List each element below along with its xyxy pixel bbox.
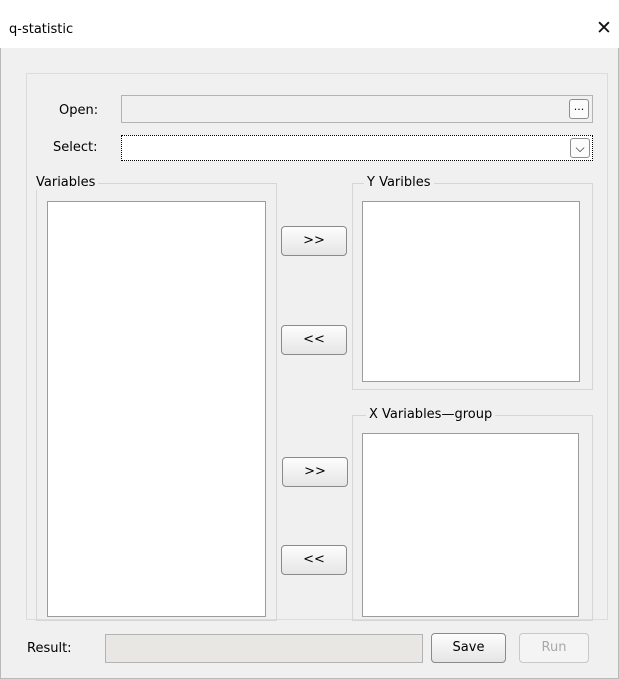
select-dropdown[interactable] xyxy=(121,135,593,161)
run-button[interactable]: Run xyxy=(519,633,589,663)
y-variables-legend: Y Varibles xyxy=(364,175,434,190)
select-label: Select: xyxy=(53,140,98,155)
variables-list[interactable] xyxy=(47,201,266,617)
add-to-x-button[interactable]: >> xyxy=(282,457,348,487)
remove-from-y-button[interactable]: << xyxy=(281,325,347,355)
chevron-down-icon[interactable]: ⌵ xyxy=(570,138,590,158)
save-button[interactable]: Save xyxy=(431,633,506,663)
y-variables-list[interactable] xyxy=(362,201,580,382)
result-field[interactable] xyxy=(105,634,423,663)
browse-icon[interactable]: ··· xyxy=(569,99,589,119)
close-icon[interactable]: ✕ xyxy=(594,18,614,38)
variables-legend: Variables xyxy=(33,175,99,190)
remove-from-x-button[interactable]: << xyxy=(281,545,347,575)
open-label: Open: xyxy=(59,103,99,118)
x-variables-legend: X Variables—group xyxy=(366,407,496,422)
open-path-field[interactable] xyxy=(121,95,593,123)
title-bar xyxy=(0,0,619,48)
x-variables-list[interactable] xyxy=(362,433,579,617)
window-title: q-statistic xyxy=(9,22,74,37)
add-to-y-button[interactable]: >> xyxy=(281,226,347,256)
result-label: Result: xyxy=(27,641,72,656)
